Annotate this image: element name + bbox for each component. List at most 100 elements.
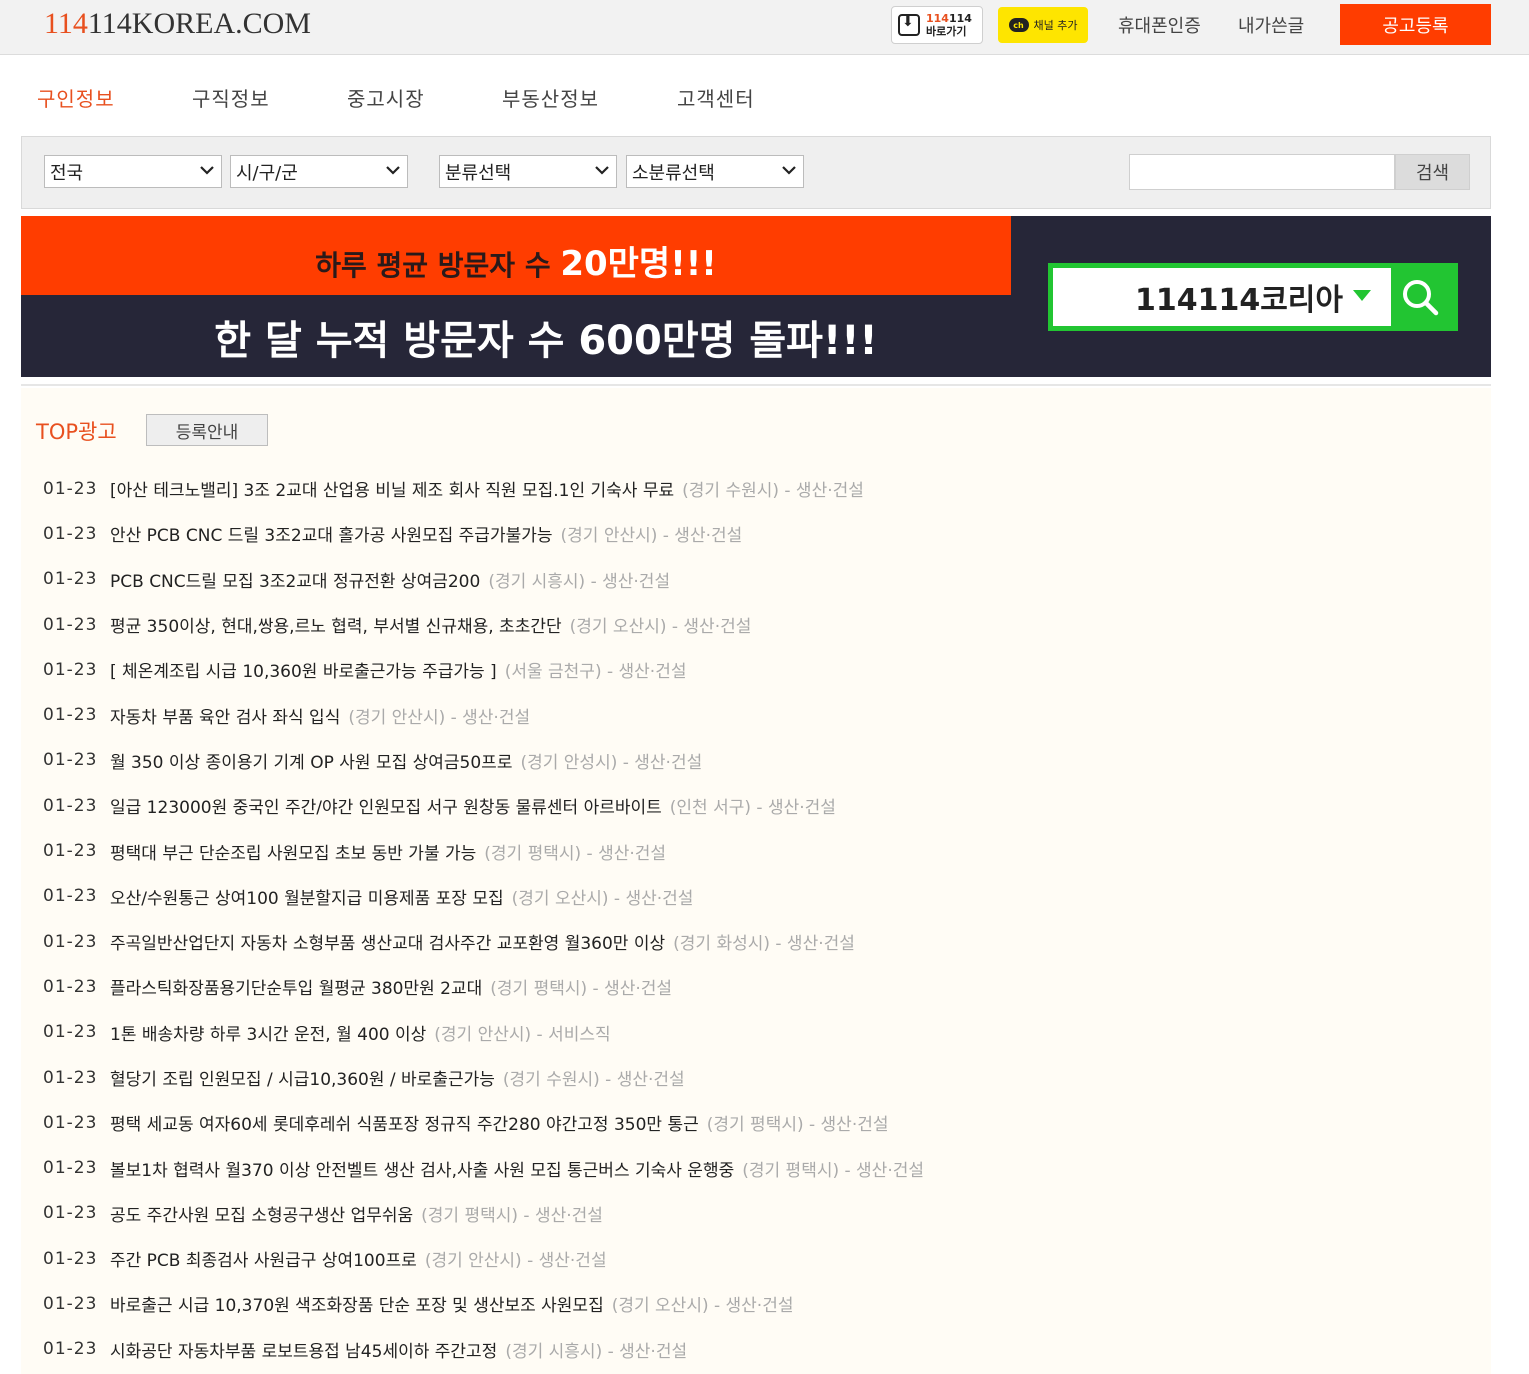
nav-customer-center[interactable]: 고객센터 — [677, 83, 755, 112]
ad-location-category: (경기 안성시) - 생산·건설 — [520, 752, 703, 773]
site-logo[interactable]: 114114KOREA.COM — [44, 7, 311, 41]
ad-date: 01-23 — [43, 523, 98, 544]
ad-title-link[interactable]: 일급 123000원 중국인 주간/야간 인원모집 서구 원창동 물류센터 아르… — [110, 793, 662, 818]
ad-date: 01-23 — [43, 659, 98, 680]
ad-list-item[interactable]: 01-23 평택 세교동 여자60세 롯데후레쉬 식품포장 정규직 주간280 야… — [43, 1100, 1483, 1145]
district-select[interactable]: 시/구/군 — [230, 155, 408, 188]
chevron-down-icon — [386, 166, 400, 175]
top-bar: 114114KOREA.COM 114114 바로가기 ch 채널 추가 휴대폰… — [0, 0, 1529, 55]
ad-location-category: (경기 평택시) - 생산·건설 — [484, 843, 667, 864]
ad-list-item[interactable]: 01-23 월 350 이상 종이용기 기계 OP 사원 모집 상여금50프로 (경… — [43, 738, 1483, 783]
ad-date: 01-23 — [43, 569, 98, 590]
ad-date: 01-23 — [43, 1112, 98, 1133]
search-input[interactable] — [1129, 154, 1395, 190]
filter-bar: 전국 시/구/군 분류선택 소분류선택 검색 — [21, 136, 1491, 209]
ad-list-item[interactable]: 01-23 [아산 테크노밸리] 3조 2교대 산업용 비닐 제조 회사 직원 모… — [43, 466, 1483, 511]
category-select[interactable]: 분류선택 — [439, 155, 617, 188]
ad-list-item[interactable]: 01-23 주곡일반산업단지 자동차 소형부품 생산교대 검사주간 교포환영 월3… — [43, 919, 1483, 964]
ad-list-item[interactable]: 01-23 주간 PCB 최종검사 사원급구 상여100프로 (경기 안산시) - … — [43, 1236, 1483, 1281]
ad-list-item[interactable]: 01-23 볼보1차 협력사 월370 이상 안전벨트 생산 검사,사출 사원 모… — [43, 1145, 1483, 1190]
ad-title-link[interactable]: 혈당기 조립 인원모집 / 시급10,360원 / 바로출근가능 — [110, 1065, 495, 1090]
app-button-line2: 바로가기 — [926, 25, 967, 38]
ad-location-category: (경기 안산시) - 생산·건설 — [560, 526, 743, 547]
ad-list-item[interactable]: 01-23 [ 체온계조립 시급 10,360원 바로출근가능 주급가능 ] (서울… — [43, 647, 1483, 692]
ad-date: 01-23 — [43, 976, 98, 997]
top-ads-list: 01-23 [아산 테크노밸리] 3조 2교대 산업용 비닐 제조 회사 직원 모… — [43, 466, 1483, 1372]
ad-location-category: (인천 서구) - 생산·건설 — [669, 798, 836, 819]
ad-location-category: (경기 오산시) - 생산·건설 — [611, 1296, 794, 1317]
banner-headline: 하루 평균 방문자 수 20만명!!! — [21, 236, 1011, 285]
ad-list-item[interactable]: 01-23 일급 123000원 중국인 주간/야간 인원모집 서구 원창동 물류… — [43, 783, 1483, 828]
ad-title-link[interactable]: 평균 350이상, 현대,쌍용,르노 협력, 부서별 신규채용, 초초간단 — [110, 612, 562, 637]
phone-auth-link[interactable]: 휴대폰인증 — [1118, 12, 1201, 38]
ad-location-category: (경기 안산시) - 서비스직 — [434, 1024, 611, 1045]
ad-list-item[interactable]: 01-23 공도 주간사원 모집 소형공구생산 업무쉬움 (경기 평택시) - 생산… — [43, 1191, 1483, 1236]
kakao-channel-button[interactable]: ch 채널 추가 — [998, 7, 1088, 43]
ad-title-link[interactable]: 시화공단 자동차부품 로보트용접 남45세이하 주간고정 — [110, 1337, 497, 1362]
ad-list-item[interactable]: 01-23 플라스틱화장품용기단순투입 월평균 380만원 2교대 (경기 평택시)… — [43, 964, 1483, 1009]
ad-title-link[interactable]: 평택대 부근 단순조립 사원모집 초보 동반 가불 가능 — [110, 839, 476, 864]
ad-date: 01-23 — [43, 750, 98, 771]
top-ads-section: TOP광고 등록안내 01-23 [아산 테크노밸리] 3조 2교대 산업용 비닐… — [21, 388, 1491, 1374]
search-button[interactable]: 검색 — [1395, 154, 1470, 190]
chevron-down-icon — [595, 166, 609, 175]
ad-title-link[interactable]: 월 350 이상 종이용기 기계 OP 사원 모집 상여금50프로 — [110, 748, 512, 773]
ad-title-link[interactable]: 공도 주간사원 모집 소형공구생산 업무쉬움 — [110, 1201, 413, 1226]
category-select-value: 분류선택 — [445, 162, 512, 184]
ad-title-link[interactable]: [아산 테크노밸리] 3조 2교대 산업용 비닐 제조 회사 직원 모집.1인 … — [110, 476, 674, 501]
nav-job-offers[interactable]: 구인정보 — [37, 83, 115, 112]
kakao-channel-label: 채널 추가 — [1033, 19, 1078, 32]
promo-banner[interactable]: 하루 평균 방문자 수 20만명!!! 한 달 누적 방문자 수 600만명 돌… — [21, 216, 1491, 377]
ad-list-item[interactable]: 01-23 평균 350이상, 현대,쌍용,르노 협력, 부서별 신규채용, 초초… — [43, 602, 1483, 647]
region-select[interactable]: 전국 — [44, 155, 222, 188]
nav-real-estate[interactable]: 부동산정보 — [502, 83, 599, 112]
ad-title-link[interactable]: 주간 PCB 최종검사 사원급구 상여100프로 — [110, 1246, 417, 1271]
ad-title-link[interactable]: PCB CNC드릴 모집 3조2교대 정규전환 상여금200 — [110, 567, 480, 592]
ad-date: 01-23 — [43, 931, 98, 952]
app-download-button[interactable]: 114114 바로가기 — [891, 6, 983, 44]
ad-list-item[interactable]: 01-23 PCB CNC드릴 모집 3조2교대 정규전환 상여금200 (경기 시… — [43, 557, 1483, 602]
ad-title-link[interactable]: [ 체온계조립 시급 10,360원 바로출근가능 주급가능 ] — [110, 657, 497, 682]
subcategory-select[interactable]: 소분류선택 — [626, 155, 804, 188]
ad-title-link[interactable]: 평택 세교동 여자60세 롯데후레쉬 식품포장 정규직 주간280 야간고정 3… — [110, 1110, 699, 1135]
ad-title-link[interactable]: 바로출근 시급 10,370원 색조화장품 단순 포장 및 생산보조 사원모집 — [110, 1291, 604, 1316]
ad-list-item[interactable]: 01-23 평택대 부근 단순조립 사원모집 초보 동반 가불 가능 (경기 평택시… — [43, 828, 1483, 873]
ad-title-link[interactable]: 오산/수원통근 상여100 월분할지급 미용제품 포장 모집 — [110, 884, 504, 909]
main-nav: 구인정보 구직정보 중고시장 부동산정보 고객센터 — [0, 56, 1529, 136]
ad-title-link[interactable]: 볼보1차 협력사 월370 이상 안전벨트 생산 검사,사출 사원 모집 통근버… — [110, 1156, 734, 1181]
district-select-value: 시/구/군 — [236, 162, 298, 184]
ad-date: 01-23 — [43, 886, 98, 907]
my-posts-link[interactable]: 내가쓴글 — [1238, 12, 1304, 38]
ad-location-category: (경기 오산시) - 생산·건설 — [569, 617, 752, 638]
ad-date: 01-23 — [43, 1067, 98, 1088]
ad-location-category: (경기 수원시) - 생산·건설 — [682, 481, 864, 502]
region-select-value: 전국 — [50, 162, 84, 184]
ad-title-link[interactable]: 1톤 배송차량 하루 3시간 운전, 월 400 이상 — [110, 1020, 426, 1045]
ad-location-category: (경기 평택시) - 생산·건설 — [421, 1205, 603, 1226]
ad-title-link[interactable]: 자동차 부품 육안 검사 좌식 입식 — [110, 703, 340, 728]
app-button-accent: 114 — [926, 12, 949, 25]
ad-list-item[interactable]: 01-23 혈당기 조립 인원모집 / 시급10,360원 / 바로출근가능 (경기… — [43, 1055, 1483, 1100]
nav-used-market[interactable]: 중고시장 — [347, 83, 425, 112]
ad-list-item[interactable]: 01-23 자동차 부품 육안 검사 좌식 입식 (경기 안산시) - 생산·건설 — [43, 692, 1483, 737]
ad-location-category: (경기 화성시) - 생산·건설 — [673, 934, 855, 955]
nav-job-seekers[interactable]: 구직정보 — [192, 83, 270, 112]
banner-headline-prefix: 하루 평균 방문자 수 — [315, 249, 561, 282]
ad-list-item[interactable]: 01-23 시화공단 자동차부품 로보트용접 남45세이하 주간고정 (경기 시흥시… — [43, 1327, 1483, 1372]
ad-title-link[interactable]: 주곡일반산업단지 자동차 소형부품 생산교대 검사주간 교포환영 월360만 이… — [110, 929, 665, 954]
banner-subheadline: 한 달 누적 방문자 수 600만명 돌파!!! — [214, 318, 878, 364]
ad-list-item[interactable]: 01-23 안산 PCB CNC 드릴 3조2교대 홀가공 사원모집 주급가불가능… — [43, 511, 1483, 556]
ad-list-item[interactable]: 01-23 오산/수원통근 상여100 월분할지급 미용제품 포장 모집 (경기 오… — [43, 874, 1483, 919]
logo-text: 114KOREA.COM — [87, 7, 311, 40]
ad-title-link[interactable]: 안산 PCB CNC 드릴 3조2교대 홀가공 사원모집 주급가불가능 — [110, 521, 553, 546]
ad-list-item[interactable]: 01-23 1톤 배송차량 하루 3시간 운전, 월 400 이상 (경기 안산시)… — [43, 1010, 1483, 1055]
top-ads-title: TOP광고 — [36, 420, 117, 444]
ad-date: 01-23 — [43, 1203, 98, 1224]
ad-title-link[interactable]: 플라스틱화장품용기단순투입 월평균 380만원 2교대 — [110, 974, 482, 999]
register-ad-button[interactable]: 공고등록 — [1340, 4, 1491, 45]
ad-location-category: (경기 평택시) - 생산·건설 — [742, 1160, 925, 1181]
ad-location-category: (경기 평택시) - 생산·건설 — [490, 979, 673, 1000]
subcategory-select-value: 소분류선택 — [632, 162, 715, 184]
registration-guide-button[interactable]: 등록안내 — [146, 414, 268, 446]
ad-list-item[interactable]: 01-23 바로출근 시급 10,370원 색조화장품 단순 포장 및 생산보조 … — [43, 1281, 1483, 1326]
